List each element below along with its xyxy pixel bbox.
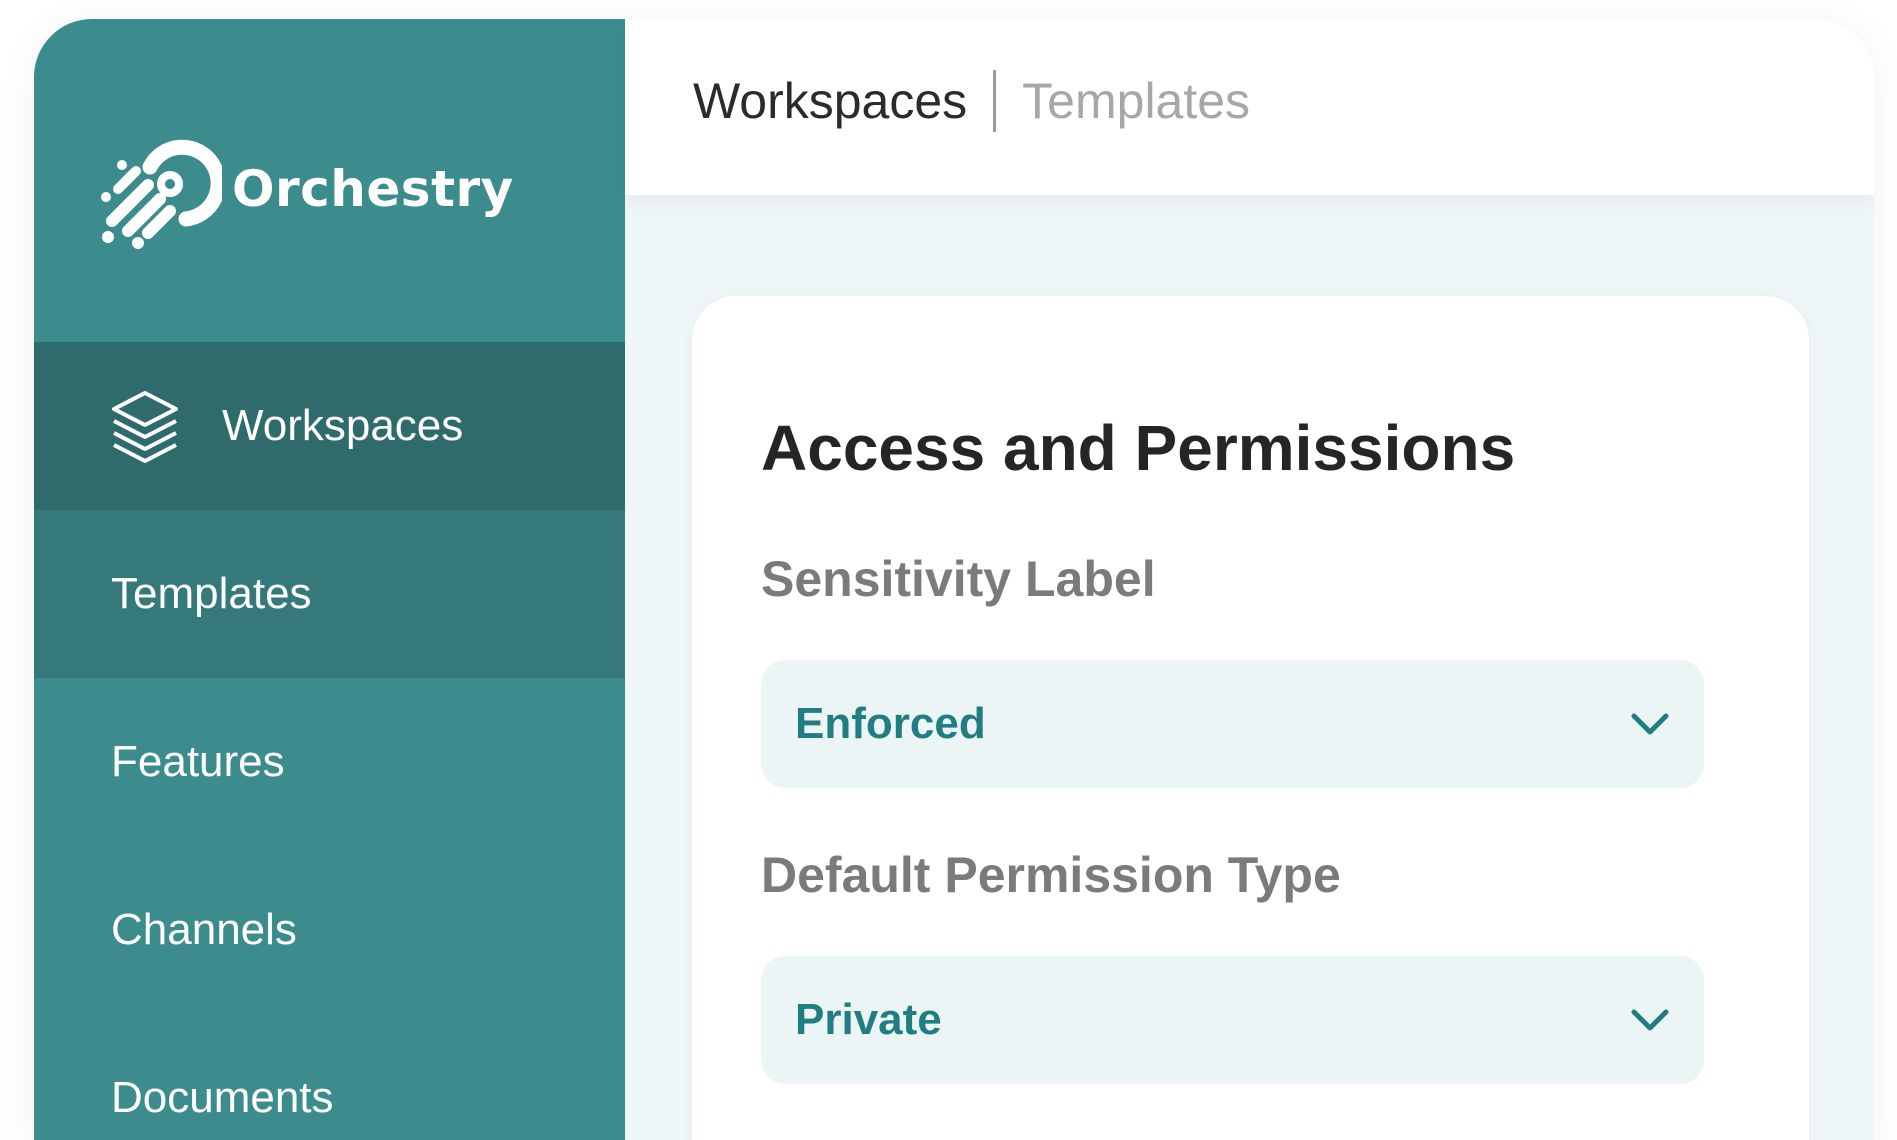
default-permission-type-select[interactable]: Private xyxy=(761,956,1704,1084)
sidebar-item-templates[interactable]: Templates xyxy=(34,510,625,678)
breadcrumb-templates[interactable]: Templates xyxy=(1022,72,1250,130)
sidebar-item-label: Features xyxy=(111,737,285,786)
select-value: Private xyxy=(795,995,942,1044)
access-permissions-card: Access and Permissions Sensitivity Label… xyxy=(692,296,1809,1140)
default-permission-type-label: Default Permission Type xyxy=(761,847,1341,903)
sidebar-nav: Workspaces Templates Features Channels D… xyxy=(34,342,625,1140)
stage: Orchestry Workspaces Templates Features … xyxy=(0,0,1897,1140)
breadcrumb: Workspaces Templates xyxy=(693,70,1250,132)
sensitivity-label-label: Sensitivity Label xyxy=(761,551,1156,607)
card-title: Access and Permissions xyxy=(761,412,1516,484)
breadcrumb-workspaces[interactable]: Workspaces xyxy=(693,72,967,130)
breadcrumb-divider xyxy=(993,70,997,132)
sidebar-item-label: Workspaces xyxy=(222,401,464,450)
sidebar-item-workspaces[interactable]: Workspaces xyxy=(34,342,625,510)
chevron-down-icon xyxy=(1631,713,1669,735)
sidebar-item-documents[interactable]: Documents xyxy=(34,1014,625,1140)
sidebar-item-label: Templates xyxy=(111,569,312,618)
orchestry-logo-icon xyxy=(101,139,222,249)
sidebar-item-features[interactable]: Features xyxy=(34,678,625,846)
chevron-down-icon xyxy=(1631,1009,1669,1031)
sensitivity-label-select[interactable]: Enforced xyxy=(761,660,1704,788)
sidebar-item-label: Channels xyxy=(111,905,297,954)
top-header: Workspaces Templates xyxy=(625,19,1874,195)
brand-name: Orchestry xyxy=(232,160,514,218)
sidebar: Orchestry Workspaces Templates Features … xyxy=(34,19,625,1140)
brand[interactable]: Orchestry xyxy=(98,119,514,259)
layers-icon xyxy=(112,391,178,463)
app-window: Orchestry Workspaces Templates Features … xyxy=(34,19,1874,1140)
select-value: Enforced xyxy=(795,699,986,748)
sidebar-item-label: Documents xyxy=(111,1073,334,1122)
sidebar-item-channels[interactable]: Channels xyxy=(34,846,625,1014)
